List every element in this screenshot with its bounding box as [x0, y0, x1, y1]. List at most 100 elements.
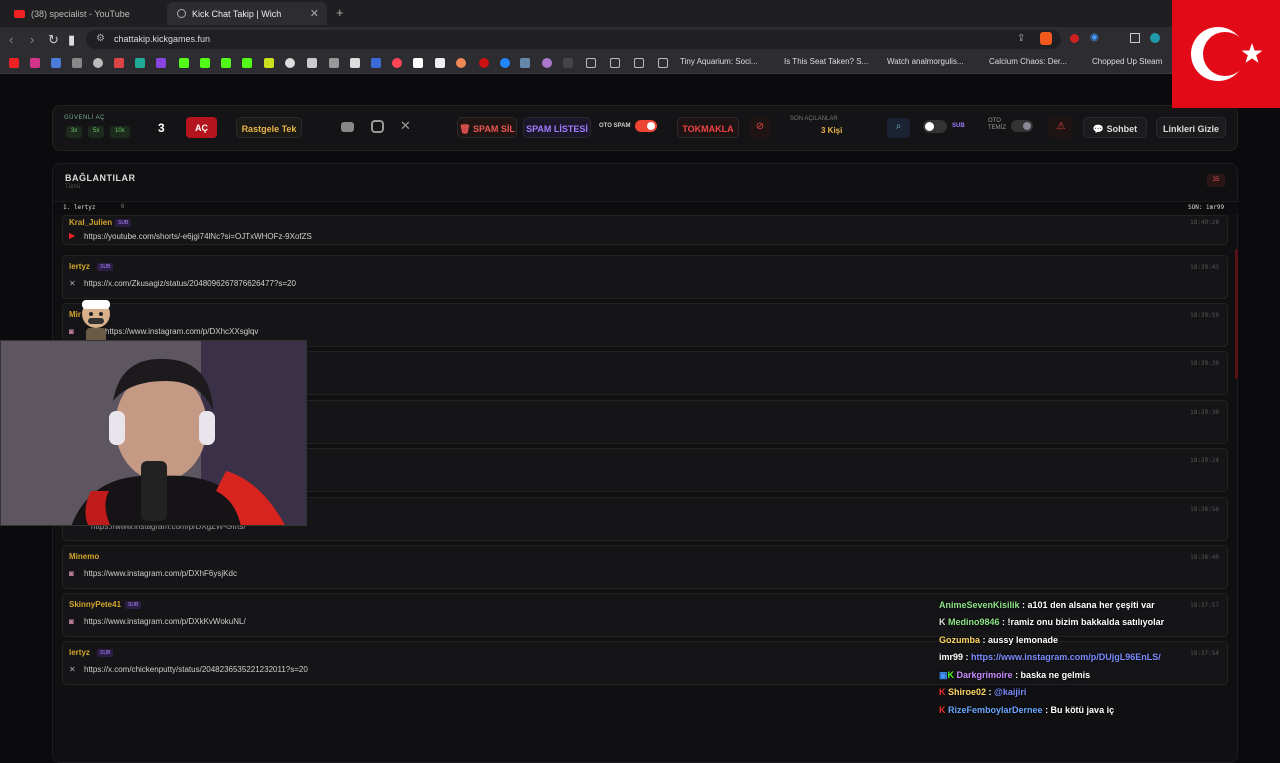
x-icon[interactable] [350, 58, 360, 68]
link-url[interactable]: https://youtube.com/shorts/-e6jgi74lNc?s… [84, 232, 312, 241]
auto-spam-toggle[interactable] [635, 120, 657, 132]
folder-icon[interactable] [586, 58, 596, 68]
spam-delete-button[interactable]: 🗑 SPAM SİL [457, 117, 517, 138]
tab-youtube[interactable]: (38) specialist - YouTube [4, 2, 164, 25]
search-icon[interactable]: ⌕ [887, 118, 910, 138]
link-url[interactable]: https://www.instagram.com/p/DXhF6ysjKdc [84, 569, 237, 578]
chat-mention[interactable]: @kaijiri [994, 687, 1026, 697]
ublock-icon[interactable] [1070, 34, 1079, 43]
url-field[interactable]: ⚙ chattakip.kickgames.fun [86, 30, 1061, 49]
bookmark-icon[interactable] [479, 58, 489, 68]
youtube-icon[interactable] [9, 58, 19, 68]
link-username[interactable]: lertyz [69, 648, 90, 657]
folder-icon[interactable] [634, 58, 644, 68]
sub-toggle[interactable] [923, 120, 947, 133]
bookmark-icon[interactable] [563, 58, 573, 68]
chat-message: ▣K Darkgrimoire : baska ne gelmis [939, 670, 1090, 681]
sub-badge: SUB [97, 649, 114, 657]
bookmark-watch[interactable]: Watch analmorgulis... [887, 57, 964, 66]
bookmark-steam-3[interactable]: Calcium Chaos: Der... [989, 57, 1067, 66]
x-icon: ✕ [69, 665, 76, 674]
kick-icon[interactable] [221, 58, 231, 68]
kick-icon[interactable] [200, 58, 210, 68]
instagram-icon[interactable] [30, 58, 40, 68]
gmail-icon[interactable] [114, 58, 124, 68]
link-username[interactable]: Kral_Julien [69, 218, 112, 227]
share-icon[interactable]: ⇪ [1017, 33, 1025, 44]
brave-shield-icon[interactable] [1040, 32, 1052, 45]
bookmark-steam-2[interactable]: Is This Seat Taken? S... [784, 57, 868, 66]
tab-title: (38) specialist - YouTube [31, 8, 130, 19]
multiplier-5x-button[interactable]: 5x [88, 126, 105, 138]
bookmark-icon[interactable] [307, 58, 317, 68]
site-info-icon[interactable]: ⚙ [96, 33, 105, 44]
youtube-icon[interactable] [341, 122, 354, 132]
folder-icon[interactable] [658, 58, 668, 68]
link-url[interactable]: https://www.instagram.com/p/DXhcXXsglqv [105, 327, 258, 336]
bookmark-icon[interactable] [285, 58, 295, 68]
extension-icon[interactable] [1130, 33, 1140, 43]
instagram-icon: ◙ [69, 617, 74, 626]
link-url[interactable]: https://x.com/chickenputty/status/204823… [84, 665, 308, 674]
bookmark-steam-1[interactable]: Tiny Aquarium: Soci... [680, 57, 758, 66]
drive-icon[interactable] [135, 58, 145, 68]
random-single-button[interactable]: Rastgele Tek [236, 117, 302, 138]
youtube-icon [14, 9, 25, 18]
bookmark-icon[interactable] [542, 58, 552, 68]
bookmark-icon[interactable] [413, 58, 423, 68]
bookmark-icon[interactable] [51, 58, 61, 68]
ban-icon[interactable]: ⊘ [750, 117, 770, 138]
reddit-icon[interactable] [392, 58, 402, 68]
chat-button[interactable]: 💬 Sohbet [1083, 117, 1147, 138]
link-username[interactable]: lertyz [69, 262, 90, 271]
link-username[interactable]: Minemo [69, 552, 99, 561]
link-username[interactable]: SkinnyPete41 [69, 600, 121, 609]
link-url[interactable]: https://www.instagram.com/p/DXkKvWokuNL/ [84, 617, 246, 626]
globe-icon[interactable] [93, 58, 103, 68]
hide-links-button[interactable]: Linkleri Gizle [1156, 117, 1226, 138]
link-row[interactable]: Kral_Julien SUB ▶ https://youtube.com/sh… [62, 215, 1228, 245]
scrollbar[interactable] [1235, 249, 1238, 379]
kick-icon: K [939, 687, 946, 697]
new-tab-button[interactable]: + [336, 5, 344, 20]
bookmark-icon[interactable] [520, 58, 530, 68]
multiplier-3x-button[interactable]: 3x [66, 126, 83, 138]
kick-icon[interactable] [179, 58, 189, 68]
instagram-icon[interactable] [371, 120, 384, 133]
forward-icon[interactable]: › [30, 32, 34, 47]
bookmark-icon[interactable] [456, 58, 466, 68]
turkish-flag-image [1172, 0, 1280, 108]
multiplier-10x-button[interactable]: 10x [110, 126, 130, 138]
bookmark-icon[interactable]: ▮ [68, 32, 75, 48]
auto-clean-toggle[interactable] [1011, 120, 1033, 132]
extension-icon[interactable]: ◉ [1090, 32, 1099, 43]
link-url[interactable]: https://x.com/Zkusagiz/status/2048096267… [84, 279, 296, 288]
bookmark-icon[interactable] [72, 58, 82, 68]
bookmark-icon[interactable] [371, 58, 381, 68]
link-count-badge: 35 [1207, 174, 1225, 187]
spam-list-button[interactable]: SPAM LİSTESİ [523, 117, 591, 138]
tokmakla-button[interactable]: TOKMAKLA [677, 117, 739, 138]
chat-text: : aussy lemonade [980, 635, 1059, 645]
reload-icon[interactable]: ↻ [48, 32, 59, 48]
close-icon[interactable]: ✕ [310, 7, 319, 20]
tab-kick-chat[interactable]: Kick Chat Takip | Wich ✕ [167, 2, 327, 25]
link-row[interactable]: lertyz SUB ✕ https://x.com/Zkusagiz/stat… [62, 255, 1228, 299]
bookmark-icon[interactable] [329, 58, 339, 68]
open-button[interactable]: AÇ [186, 117, 217, 138]
address-bar-row: ‹ › ↻ ▮ ⚙ chattakip.kickgames.fun ⇪ ◉ [0, 27, 1280, 52]
extension-icon[interactable] [1150, 33, 1160, 43]
twitch-icon[interactable] [156, 58, 166, 68]
bookmark-icon[interactable] [435, 58, 445, 68]
bookmark-icon[interactable] [500, 58, 510, 68]
kick-icon[interactable] [242, 58, 252, 68]
warning-icon[interactable]: ⚠ [1049, 117, 1073, 138]
bookmark-steam-4[interactable]: Chopped Up Steam [1092, 57, 1162, 66]
auto-spam-label: OTO SPAM [599, 123, 631, 129]
back-icon[interactable]: ‹ [9, 32, 13, 47]
bookmark-icon[interactable] [264, 58, 274, 68]
folder-icon[interactable] [610, 58, 620, 68]
chat-link[interactable]: https://www.instagram.com/p/DUjgL96EnLS/ [971, 652, 1161, 662]
x-icon[interactable]: ✕ [400, 118, 411, 134]
chat-text: : [963, 652, 972, 662]
